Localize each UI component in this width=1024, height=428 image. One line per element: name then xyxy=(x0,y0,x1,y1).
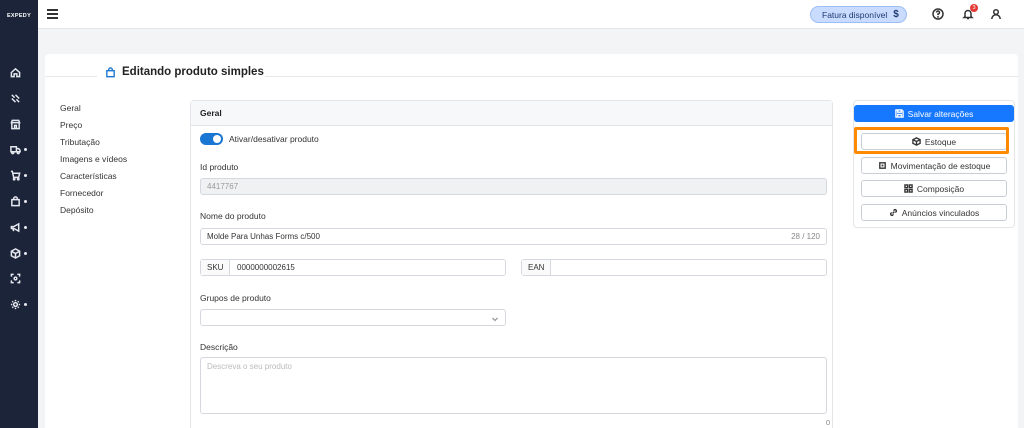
panel-title: Geral xyxy=(191,101,832,126)
megaphone-icon xyxy=(10,222,20,232)
sidebar-item-shipping[interactable] xyxy=(10,141,34,157)
section-menu-item-caracteristicas[interactable]: Características xyxy=(60,168,180,185)
link-icon xyxy=(889,208,897,217)
section-menu: Geral Preço Tributação Imagens e vídeos … xyxy=(60,100,180,219)
sidebar-item-scan[interactable] xyxy=(10,270,34,286)
sidebar-item-inventory[interactable] xyxy=(10,245,34,261)
section-menu-item-tributacao[interactable]: Tributação xyxy=(60,134,180,151)
actions-panel: Salvar alterações Estoque Movimentação d… xyxy=(853,100,1015,228)
product-id-label: Id produto xyxy=(200,162,239,172)
home-icon xyxy=(10,67,21,77)
user-profile-icon[interactable] xyxy=(990,8,1002,20)
plug-icon xyxy=(11,93,20,103)
store-icon xyxy=(10,119,21,129)
section-menu-item-geral[interactable]: Geral xyxy=(60,100,180,117)
invoice-label: Fatura disponível xyxy=(822,9,888,20)
product-groups-label: Grupos de produto xyxy=(200,293,271,303)
notifications-bell-icon[interactable]: 3 xyxy=(962,4,978,20)
general-panel: Geral Ativar/desativar produto Id produt… xyxy=(190,100,833,428)
sidebar-item-home[interactable] xyxy=(10,64,34,80)
section-menu-item-preco[interactable]: Preço xyxy=(60,117,180,134)
expand-dot-icon xyxy=(24,199,27,203)
active-toggle-label: Ativar/desativar produto xyxy=(229,134,319,144)
hamburger-menu-icon[interactable] xyxy=(47,9,58,19)
sidebar-item-settings[interactable] xyxy=(10,296,34,312)
chevron-down-icon xyxy=(491,313,499,322)
stock-movement-label: Movimentação de estoque xyxy=(890,160,991,171)
section-menu-item-deposito[interactable]: Depósito xyxy=(60,202,180,219)
expand-dot-icon xyxy=(24,251,27,255)
expand-dot-icon xyxy=(24,225,27,229)
section-menu-item-fornecedor[interactable]: Fornecedor xyxy=(60,185,180,202)
sidebar-item-integrations[interactable] xyxy=(10,90,34,106)
invoice-available-button[interactable]: Fatura disponível $ xyxy=(810,6,907,23)
ean-input[interactable]: EAN xyxy=(521,259,827,276)
sidebar: EXPEDY xyxy=(0,0,38,428)
active-toggle[interactable] xyxy=(200,133,223,145)
linked-ads-label: Anúncios vinculados xyxy=(901,207,980,218)
page-title: Editando produto simples xyxy=(122,66,264,78)
title-divider-right xyxy=(265,76,1018,77)
scan-icon xyxy=(10,273,21,283)
bag-icon xyxy=(11,195,20,206)
box-icon xyxy=(10,247,21,259)
expand-dot-icon xyxy=(24,302,27,306)
description-textarea[interactable]: Descreva o seu produto xyxy=(200,357,827,414)
sidebar-item-store[interactable] xyxy=(10,116,34,132)
main-content-card: Editando produto simples Geral Preço Tri… xyxy=(45,54,1018,428)
product-name-counter: 28 / 120 xyxy=(791,232,820,241)
bag-icon xyxy=(106,66,115,77)
box-sync-icon xyxy=(878,162,886,169)
top-bar: Fatura disponível $ 3 xyxy=(38,0,1024,29)
product-id-field: 4417767 xyxy=(200,178,827,195)
description-counter: 0 xyxy=(825,418,830,427)
page-header: Editando produto simples xyxy=(105,64,325,80)
sidebar-item-products[interactable] xyxy=(10,193,34,209)
active-toggle-row: Ativar/desativar produto xyxy=(200,133,319,145)
sku-value: 0000000002615 xyxy=(237,263,295,272)
product-name-value: Molde Para Unhas Forms c/500 xyxy=(207,232,320,241)
product-name-input[interactable]: Molde Para Unhas Forms c/500 28 / 120 xyxy=(200,228,827,245)
dollar-icon: $ xyxy=(893,9,899,20)
notification-badge: 3 xyxy=(970,4,978,12)
gear-icon xyxy=(10,299,21,309)
composition-button[interactable]: Composição xyxy=(861,180,1007,197)
sku-addon-label: SKU xyxy=(201,260,231,275)
description-label: Descrição xyxy=(200,342,238,352)
linked-ads-button[interactable]: Anúncios vinculados xyxy=(861,204,1007,221)
highlight-box xyxy=(854,127,1009,154)
expand-dot-icon xyxy=(24,147,27,151)
product-groups-select[interactable] xyxy=(200,309,506,326)
truck-icon xyxy=(10,145,21,154)
sidebar-item-marketing[interactable] xyxy=(10,219,34,235)
ean-addon-label: EAN xyxy=(522,260,552,275)
sidebar-item-sales[interactable] xyxy=(10,167,34,183)
cart-icon xyxy=(10,170,21,181)
app-logo[interactable]: EXPEDY xyxy=(3,13,35,19)
section-menu-item-imagens[interactable]: Imagens e vídeos xyxy=(60,151,180,168)
composition-label: Composição xyxy=(916,183,965,194)
grid-icon xyxy=(904,184,913,193)
sku-input[interactable]: SKU 0000000002615 xyxy=(200,259,506,276)
save-changes-button[interactable]: Salvar alterações xyxy=(854,105,1014,122)
save-changes-label: Salvar alterações xyxy=(907,108,974,119)
title-divider-left xyxy=(45,76,97,77)
expand-dot-icon xyxy=(24,173,27,177)
save-icon xyxy=(894,109,904,118)
product-name-label: Nome do produto xyxy=(200,211,266,221)
stock-movement-button[interactable]: Movimentação de estoque xyxy=(861,157,1007,174)
help-icon[interactable] xyxy=(932,8,944,20)
